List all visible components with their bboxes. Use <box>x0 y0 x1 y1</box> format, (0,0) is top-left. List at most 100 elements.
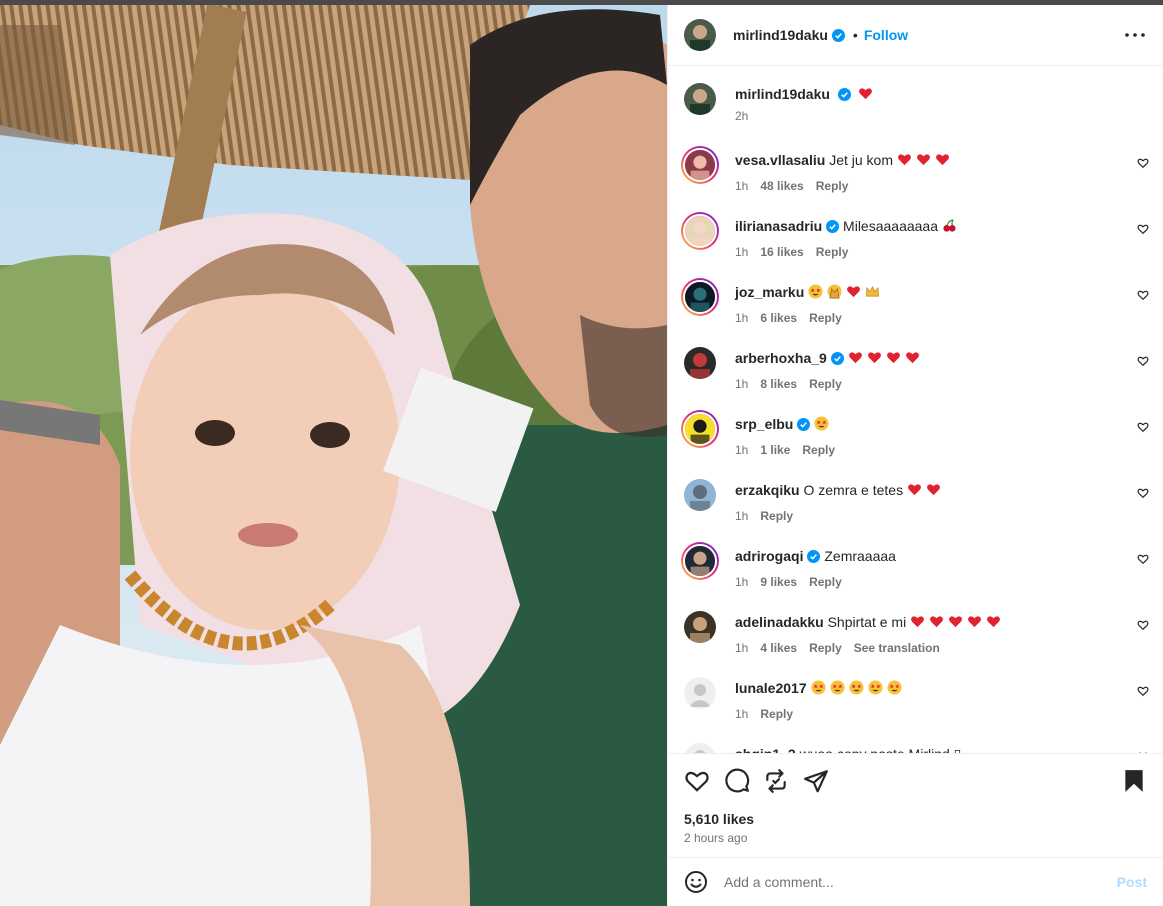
comment-line: joz_marku <box>735 283 884 301</box>
comment-row: lunale2017 1h Reply <box>684 675 1151 741</box>
likes-count[interactable]: 5,610 likes <box>684 811 754 827</box>
comment-meta: 1h Reply <box>735 509 805 523</box>
post-comment-button[interactable]: Post <box>1117 874 1147 890</box>
comment-text: Jet ju kom <box>829 152 893 168</box>
comment-composer: Post <box>668 857 1163 906</box>
verified-badge-icon <box>807 550 821 563</box>
reply-button[interactable]: Reply <box>809 377 842 391</box>
caption-avatar[interactable] <box>684 83 716 115</box>
comment-like-heart-icon[interactable] <box>1137 421 1149 433</box>
red-heart-icon <box>927 484 940 496</box>
star-struck-icon <box>829 680 845 695</box>
commenter-avatar[interactable] <box>681 212 719 250</box>
comment-meta: 1h 6 likes Reply <box>735 311 854 325</box>
comment-like-heart-icon[interactable] <box>1137 487 1149 499</box>
comments-list[interactable]: mirlind19daku 2h vesa.vllasaliu Jet ju k… <box>668 67 1163 753</box>
caption-username[interactable]: mirlind19daku <box>735 86 830 102</box>
commenter-username[interactable]: ilirianasadriu <box>735 218 822 234</box>
comment-likes[interactable]: 1 like <box>760 443 790 457</box>
commenter-avatar[interactable] <box>681 410 719 448</box>
red-heart-icon <box>935 154 949 166</box>
reply-button[interactable]: Reply <box>760 509 793 523</box>
red-heart-icon <box>949 616 963 628</box>
verified-badge-icon <box>797 418 811 431</box>
red-heart-icon <box>897 154 911 166</box>
comment-row: arberhoxha_9 1h 8 likes Reply <box>684 345 1151 411</box>
comment-like-heart-icon[interactable] <box>1137 355 1149 367</box>
comment-meta: 1h 8 likes Reply <box>735 377 854 391</box>
commenter-avatar[interactable] <box>684 743 716 753</box>
commenter-username[interactable]: joz_marku <box>735 284 804 300</box>
post-header: mirlind19daku • Follow <box>668 5 1163 66</box>
commenter-username[interactable]: vesa.vllasaliu <box>735 152 825 168</box>
comment-line: lunale2017 <box>735 679 906 697</box>
commenter-avatar[interactable] <box>684 347 716 379</box>
commenter-avatar[interactable] <box>684 611 716 643</box>
commenter-username[interactable]: arberhoxha_9 <box>735 350 827 366</box>
comment-input[interactable] <box>724 874 1104 890</box>
commenter-avatar[interactable] <box>681 146 719 184</box>
reply-button[interactable]: Reply <box>809 641 842 655</box>
commenter-username[interactable]: adelinadakku <box>735 614 824 630</box>
verified-badge-icon <box>837 88 851 101</box>
reply-button[interactable]: Reply <box>816 245 849 259</box>
comment-likes[interactable]: 4 likes <box>760 641 797 655</box>
red-heart-icon <box>987 616 1001 628</box>
commenter-username[interactable]: shqip1_2 <box>735 746 796 753</box>
commenter-avatar[interactable] <box>684 677 716 709</box>
commenter-username[interactable]: adrirogaqi <box>735 548 803 564</box>
post-side-panel: mirlind19daku • Follow mirlind19daku 2h … <box>667 5 1163 906</box>
comment-text: wuaa copy paste Mirlind ▯ <box>800 746 962 753</box>
comment-time: 1h <box>735 575 749 589</box>
see-translation-button[interactable]: See translation <box>854 641 940 655</box>
comment-time: 1h <box>735 311 749 325</box>
author-avatar[interactable] <box>684 19 716 51</box>
comment-likes[interactable]: 6 likes <box>760 311 797 325</box>
comment-bubble-icon[interactable] <box>724 768 750 794</box>
comment-like-heart-icon[interactable] <box>1137 157 1149 169</box>
reply-button[interactable]: Reply <box>760 707 793 721</box>
commenter-username[interactable]: srp_elbu <box>735 416 793 432</box>
post-photo[interactable] <box>0 5 667 906</box>
comment-likes[interactable]: 48 likes <box>760 179 803 193</box>
commenter-avatar[interactable] <box>684 479 716 511</box>
share-send-icon[interactable] <box>803 768 829 794</box>
separator-dot: • <box>852 27 858 43</box>
reply-button[interactable]: Reply <box>816 179 849 193</box>
comment-like-heart-icon[interactable] <box>1137 223 1149 235</box>
commenter-avatar[interactable] <box>681 542 719 580</box>
author-username[interactable]: mirlind19daku <box>733 27 828 43</box>
more-options-icon[interactable] <box>1123 23 1147 47</box>
post-time[interactable]: 2 hours ago <box>684 831 747 845</box>
comment-like-heart-icon[interactable] <box>1137 619 1149 631</box>
commenter-username[interactable]: erzakqiku <box>735 482 800 498</box>
emoji-smiley-icon[interactable] <box>684 870 708 894</box>
comment-like-heart-icon[interactable] <box>1137 685 1149 697</box>
comment-time: 1h <box>735 707 749 721</box>
follow-button[interactable]: Follow <box>864 27 908 43</box>
star-struck-icon <box>814 416 829 431</box>
comment-time: 1h <box>735 377 749 391</box>
comment-like-heart-icon[interactable] <box>1137 553 1149 565</box>
commenter-avatar[interactable] <box>681 278 719 316</box>
verified-badge-icon <box>831 28 845 42</box>
comment-meta: 1h 16 likes Reply <box>735 245 860 259</box>
reply-button[interactable]: Reply <box>809 311 842 325</box>
reply-button[interactable]: Reply <box>809 575 842 589</box>
comment-likes[interactable]: 16 likes <box>760 245 803 259</box>
cherries-icon <box>943 219 956 232</box>
comment-line: vesa.vllasaliu Jet ju kom <box>735 151 954 169</box>
repost-icon[interactable] <box>763 768 789 794</box>
star-struck-icon <box>886 680 902 695</box>
commenter-username[interactable]: lunale2017 <box>735 680 807 696</box>
reply-button[interactable]: Reply <box>802 443 835 457</box>
comment-text: O zemra e tetes <box>803 482 904 498</box>
comment-likes[interactable]: 9 likes <box>760 575 797 589</box>
comment-likes[interactable]: 8 likes <box>760 377 797 391</box>
comment-time: 1h <box>735 641 749 655</box>
save-bookmark-icon[interactable] <box>1121 768 1147 794</box>
like-heart-icon[interactable] <box>684 768 710 794</box>
comment-meta: 1h 9 likes Reply <box>735 575 854 589</box>
comment-meta: 1h 4 likes Reply See translation <box>735 641 952 655</box>
comment-like-heart-icon[interactable] <box>1137 289 1149 301</box>
